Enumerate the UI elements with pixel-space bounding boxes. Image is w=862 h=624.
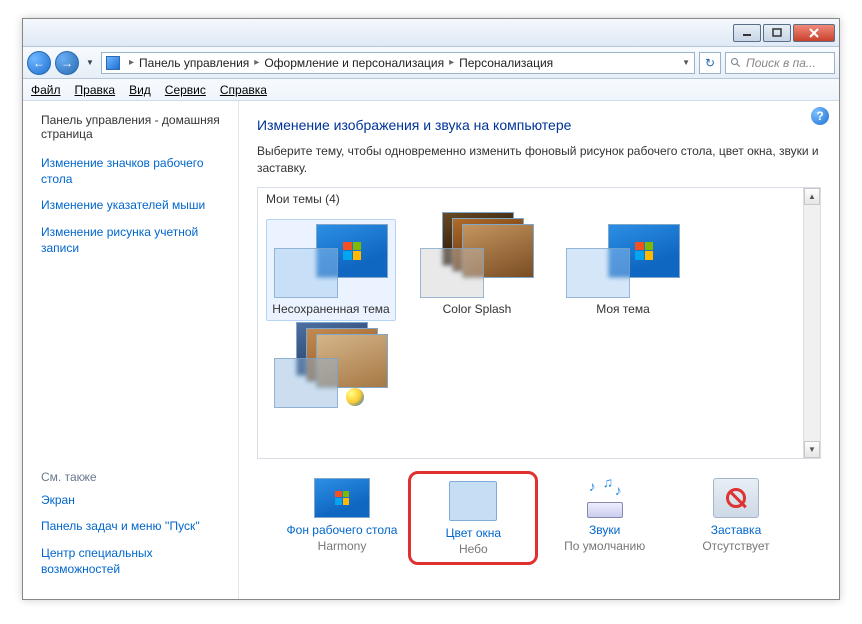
- screensaver-icon: [708, 477, 764, 519]
- titlebar[interactable]: [23, 19, 839, 47]
- setting-window-color[interactable]: Цвет окна Небо: [408, 471, 538, 565]
- theme-thumbnail: [566, 224, 680, 298]
- theme-label: Color Splash: [443, 298, 512, 316]
- scroll-down-button[interactable]: ▼: [804, 441, 820, 458]
- refresh-button[interactable]: ↻: [699, 52, 721, 74]
- search-icon: [730, 57, 742, 69]
- themes-scrollbar[interactable]: ▲ ▼: [803, 188, 820, 458]
- sidebar: Панель управления - домашняя страница Из…: [23, 101, 239, 599]
- sounds-icon: ♪ ♫ ♪: [577, 477, 633, 519]
- menu-file[interactable]: Файл: [31, 83, 61, 97]
- menu-help[interactable]: Справка: [220, 83, 267, 97]
- sidebar-link-screen[interactable]: Экран: [41, 492, 226, 508]
- personalization-settings-row: Фон рабочего стола Harmony Цвет окна Неб…: [257, 459, 821, 565]
- sidebar-link-mouse-pointers[interactable]: Изменение указателей мыши: [41, 197, 226, 213]
- theme-item-colorsplash[interactable]: Color Splash: [412, 219, 542, 321]
- theme-thumbnail: [420, 224, 534, 298]
- setting-label[interactable]: Цвет окна: [446, 526, 501, 540]
- main-content: ? Изменение изображения и звука на компь…: [239, 101, 839, 599]
- setting-label[interactable]: Фон рабочего стола: [287, 523, 398, 537]
- theme-item-unsaved[interactable]: Несохраненная тема: [266, 219, 396, 321]
- menu-tools[interactable]: Сервис: [165, 83, 206, 97]
- minimize-button[interactable]: [733, 24, 761, 42]
- theme-item-4[interactable]: [266, 329, 396, 431]
- search-placeholder: Поиск в па...: [746, 56, 816, 70]
- setting-desktop-background[interactable]: Фон рабочего стола Harmony: [277, 477, 407, 565]
- navbar: ← → ▼ ▸ Панель управления ▸ Оформление и…: [23, 47, 839, 79]
- theme-thumbnail: [274, 334, 388, 408]
- menubar: Файл Правка Вид Сервис Справка: [23, 79, 839, 101]
- window: ← → ▼ ▸ Панель управления ▸ Оформление и…: [22, 18, 840, 600]
- close-button[interactable]: [793, 24, 835, 42]
- setting-value: Отсутствует: [702, 539, 769, 553]
- back-button[interactable]: ←: [27, 51, 51, 75]
- breadcrumb-item[interactable]: Панель управления: [137, 56, 251, 70]
- maximize-button[interactable]: [763, 24, 791, 42]
- setting-label[interactable]: Звуки: [589, 523, 620, 537]
- breadcrumb-item[interactable]: Персонализация: [457, 56, 555, 70]
- setting-label[interactable]: Заставка: [711, 523, 762, 537]
- control-panel-icon: [106, 56, 120, 70]
- theme-label: Моя тема: [596, 298, 650, 316]
- setting-screensaver[interactable]: Заставка Отсутствует: [671, 477, 801, 565]
- sidebar-link-account-picture[interactable]: Изменение рисунка учетной записи: [41, 224, 226, 256]
- window-color-icon: [445, 480, 501, 522]
- page-description: Выберите тему, чтобы одновременно измени…: [257, 143, 821, 177]
- setting-value: Небо: [459, 542, 488, 556]
- menu-view[interactable]: Вид: [129, 83, 151, 97]
- breadcrumb-item[interactable]: Оформление и персонализация: [262, 56, 446, 70]
- theme-label: [329, 408, 332, 426]
- sidebar-link-taskbar[interactable]: Панель задач и меню ''Пуск'': [41, 518, 226, 534]
- window-body: Панель управления - домашняя страница Из…: [23, 101, 839, 599]
- setting-value: По умолчанию: [564, 539, 645, 553]
- forward-button[interactable]: →: [55, 51, 79, 75]
- themes-list: Несохраненная тема Color Splash: [258, 211, 820, 439]
- sidebar-see-also-heading: См. также: [41, 470, 226, 484]
- theme-item-mytheme[interactable]: Моя тема: [558, 219, 688, 321]
- theme-label: Несохраненная тема: [272, 298, 389, 316]
- help-icon[interactable]: ?: [811, 107, 829, 125]
- scroll-up-button[interactable]: ▲: [804, 188, 820, 205]
- address-bar[interactable]: ▸ Панель управления ▸ Оформление и персо…: [101, 52, 695, 74]
- search-input[interactable]: Поиск в па...: [725, 52, 835, 74]
- menu-edit[interactable]: Правка: [75, 83, 116, 97]
- history-dropdown[interactable]: ▼: [83, 51, 97, 75]
- sidebar-link-ease-of-access[interactable]: Центр специальных возможностей: [41, 545, 226, 577]
- desktop-background-icon: [314, 477, 370, 519]
- page-title: Изменение изображения и звука на компьют…: [257, 117, 821, 133]
- theme-thumbnail: [274, 224, 388, 298]
- setting-value: Harmony: [318, 539, 367, 553]
- themes-header: Мои темы (4): [258, 188, 820, 211]
- sidebar-link-desktop-icons[interactable]: Изменение значков рабочего стола: [41, 155, 226, 187]
- themes-panel: Мои темы (4) Несохраненная тема: [257, 187, 821, 459]
- setting-sounds[interactable]: ♪ ♫ ♪ Звуки По умолчанию: [540, 477, 670, 565]
- sidebar-home[interactable]: Панель управления - домашняя страница: [41, 113, 226, 141]
